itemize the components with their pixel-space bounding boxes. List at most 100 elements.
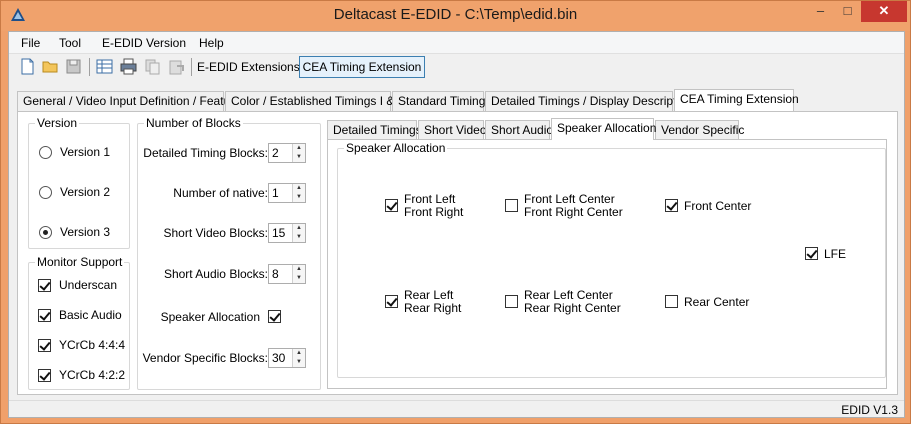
version-1-radio[interactable]: Version 1 <box>39 144 110 160</box>
front-left-right-center-checkbox[interactable] <box>505 199 518 212</box>
vendor-specific-blocks-label: Vendor Specific Blocks: <box>142 351 268 365</box>
radio-label: Version 2 <box>60 185 111 199</box>
tab-standard-timings[interactable]: Standard Timings <box>392 91 491 111</box>
checkbox[interactable] <box>38 368 51 382</box>
version-group: Version Version 1 Version 2 Version 3 <box>28 116 130 249</box>
ycrcb422-checkbox[interactable]: YCrCb 4:2:2 <box>38 367 125 383</box>
rear-left-right-checkbox[interactable] <box>385 295 398 308</box>
spin-up-icon[interactable]: ▲ <box>293 265 305 274</box>
lfe-checkbox[interactable] <box>805 247 818 260</box>
spin-up-icon[interactable]: ▲ <box>293 224 305 233</box>
toolbar: E-EDID Extensions: CEA Timing Extension <box>9 54 904 80</box>
radio-button-selected[interactable] <box>39 225 52 239</box>
version-3-radio[interactable]: Version 3 <box>39 224 110 240</box>
checkbox-label: YCrCb 4:2:2 <box>59 368 126 382</box>
spinner-value: 1 <box>272 186 279 200</box>
short-video-blocks-spinner[interactable]: 15 ▲ ▼ <box>268 223 306 243</box>
number-of-blocks-title: Number of Blocks <box>144 116 243 130</box>
checkbox-label: Basic Audio <box>59 308 122 322</box>
tab-cea-timing-extension[interactable]: CEA Timing Extension <box>674 89 799 111</box>
monitor-support-title: Monitor Support <box>35 255 125 269</box>
window-title: Deltacast E-EDID - C:\Temp\edid.bin <box>333 6 578 23</box>
front-left-right-label: Front Left Front Right <box>404 193 463 219</box>
radio-button[interactable] <box>39 185 52 199</box>
basic-audio-checkbox[interactable]: Basic Audio <box>38 307 122 323</box>
speaker-allocation-checkbox[interactable] <box>268 310 281 323</box>
tab-inner-detailed-timings[interactable]: Detailed Timings <box>327 120 422 140</box>
inner-tab-control: Detailed Timings Short Video Short Audio… <box>327 118 889 390</box>
spin-up-icon[interactable]: ▲ <box>293 144 305 153</box>
vendor-specific-blocks-spinner[interactable]: 30 ▲ ▼ <box>268 348 306 368</box>
paste-icon[interactable] <box>168 58 185 75</box>
extensions-label: E-EDID Extensions: <box>197 60 304 74</box>
menu-help[interactable]: Help <box>199 36 224 50</box>
tab-detailed-timings[interactable]: Detailed Timings / Display Descriptors <box>485 91 693 111</box>
maximize-button[interactable]: □ <box>834 1 861 22</box>
checkbox[interactable] <box>38 338 51 352</box>
detailed-timing-blocks-spinner[interactable]: 2 ▲ ▼ <box>268 143 306 163</box>
open-folder-icon[interactable] <box>42 58 59 75</box>
table-icon[interactable] <box>96 58 113 75</box>
monitor-support-group: Monitor Support Underscan Basic Audio YC… <box>28 255 130 390</box>
print-icon[interactable] <box>120 58 137 75</box>
edid-version-status: EDID V1.3 <box>841 403 898 417</box>
spin-down-icon[interactable]: ▼ <box>293 233 305 242</box>
toolbar-separator <box>89 58 90 76</box>
cea-extension-button[interactable]: CEA Timing Extension <box>299 56 425 78</box>
menu-tool[interactable]: Tool <box>59 36 81 50</box>
version-2-radio[interactable]: Version 2 <box>39 184 110 200</box>
ycrcb444-checkbox[interactable]: YCrCb 4:4:4 <box>38 337 125 353</box>
spin-up-icon[interactable]: ▲ <box>293 184 305 193</box>
checkbox[interactable] <box>38 308 51 322</box>
tab-general[interactable]: General / Video Input Definition / Featu… <box>17 91 241 111</box>
short-video-blocks-label: Short Video Blocks: <box>163 226 268 240</box>
menu-bar: File Tool E-EDID Version Help <box>9 32 904 54</box>
radio-button[interactable] <box>39 145 52 159</box>
spinner-value: 15 <box>272 226 286 240</box>
spin-down-icon[interactable]: ▼ <box>293 274 305 283</box>
client-area: File Tool E-EDID Version Help E-EDID Ext… <box>8 31 905 418</box>
toolbar-separator <box>191 58 192 76</box>
radio-label: Version 3 <box>60 225 111 239</box>
new-file-icon[interactable] <box>19 58 36 75</box>
short-audio-blocks-spinner[interactable]: 8 ▲ ▼ <box>268 264 306 284</box>
title-bar[interactable]: Deltacast E-EDID - C:\Temp\edid.bin – □ … <box>1 1 910 31</box>
tab-color[interactable]: Color / Established Timings I & II <box>225 91 404 111</box>
spinner-value: 30 <box>272 351 286 365</box>
spin-down-icon[interactable]: ▼ <box>293 193 305 202</box>
menu-edid-version[interactable]: E-EDID Version <box>102 36 186 50</box>
spinner-arrows[interactable]: ▲ ▼ <box>292 184 305 202</box>
close-button[interactable]: ✕ <box>861 1 907 22</box>
spin-down-icon[interactable]: ▼ <box>293 153 305 162</box>
front-center-label: Front Center <box>684 199 752 213</box>
minimize-button[interactable]: – <box>807 1 834 22</box>
spinner-arrows[interactable]: ▲ ▼ <box>292 349 305 367</box>
tab-inner-speaker-allocation[interactable]: Speaker Allocation <box>551 118 656 140</box>
menu-file[interactable]: File <box>21 36 40 50</box>
spinner-arrows[interactable]: ▲ ▼ <box>292 265 305 283</box>
checkbox[interactable] <box>38 278 51 292</box>
speaker-allocation-title: Speaker Allocation <box>344 141 448 155</box>
number-of-blocks-group: Number of Blocks Detailed Timing Blocks:… <box>137 116 321 390</box>
tab-inner-short-video[interactable]: Short Video <box>418 120 487 140</box>
front-center-checkbox[interactable] <box>665 199 678 212</box>
underscan-checkbox[interactable]: Underscan <box>38 277 117 293</box>
rear-right-text: Rear Right <box>404 301 462 315</box>
spin-down-icon[interactable]: ▼ <box>293 358 305 367</box>
tab-inner-short-audio[interactable]: Short Audio <box>485 120 553 140</box>
speaker-allocation-page: Speaker Allocation Front Left Front Righ… <box>327 139 887 389</box>
save-icon[interactable] <box>65 58 82 75</box>
tab-inner-vendor-specific[interactable]: Vendor Specific <box>655 120 744 140</box>
app-window: Deltacast E-EDID - C:\Temp\edid.bin – □ … <box>0 0 911 424</box>
front-left-right-checkbox[interactable] <box>385 199 398 212</box>
front-right-center-text: Front Right Center <box>524 205 623 219</box>
rear-left-right-center-checkbox[interactable] <box>505 295 518 308</box>
copy-icon[interactable] <box>144 58 161 75</box>
rear-left-right-center-label: Rear Left Center Rear Right Center <box>524 289 621 315</box>
spinner-arrows[interactable]: ▲ ▼ <box>292 224 305 242</box>
rear-center-checkbox[interactable] <box>665 295 678 308</box>
number-of-native-spinner[interactable]: 1 ▲ ▼ <box>268 183 306 203</box>
spinner-arrows[interactable]: ▲ ▼ <box>292 144 305 162</box>
rear-right-center-text: Rear Right Center <box>524 301 621 315</box>
spin-up-icon[interactable]: ▲ <box>293 349 305 358</box>
